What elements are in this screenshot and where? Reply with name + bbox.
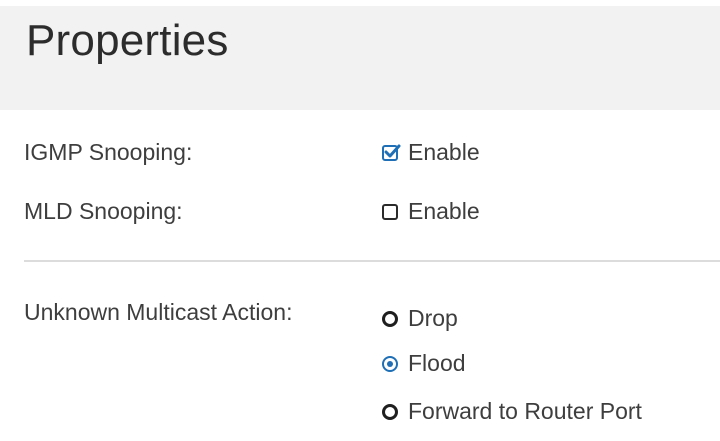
multicast-action-drop-option[interactable]: Drop xyxy=(382,305,458,332)
drop-label: Drop xyxy=(408,305,458,331)
forward-to-router-port-radio[interactable] xyxy=(382,403,398,420)
igmp-snooping-checkbox[interactable] xyxy=(382,144,401,161)
multicast-action-forward-option[interactable]: Forward to Router Port xyxy=(382,398,642,425)
page-title: Properties xyxy=(26,16,229,65)
igmp-snooping-label: IGMP Snooping: xyxy=(24,139,193,165)
mld-snooping-label: MLD Snooping: xyxy=(24,198,183,224)
check-mark-icon xyxy=(384,144,401,157)
flood-radio[interactable] xyxy=(382,355,398,372)
igmp-snooping-enable-label: Enable xyxy=(408,139,480,165)
flood-label: Flood xyxy=(408,350,466,376)
mld-snooping-enable-label: Enable xyxy=(408,198,480,224)
section-divider xyxy=(24,260,720,262)
igmp-snooping-enable-option[interactable]: Enable xyxy=(382,139,480,166)
mld-snooping-enable-option[interactable]: Enable xyxy=(382,198,480,225)
drop-radio[interactable] xyxy=(382,310,398,327)
forward-to-router-port-label: Forward to Router Port xyxy=(408,398,642,424)
mld-snooping-checkbox[interactable] xyxy=(382,203,398,220)
page-header: Properties xyxy=(0,0,720,110)
multicast-action-flood-option[interactable]: Flood xyxy=(382,350,466,377)
unknown-multicast-action-label: Unknown Multicast Action: xyxy=(24,299,293,325)
